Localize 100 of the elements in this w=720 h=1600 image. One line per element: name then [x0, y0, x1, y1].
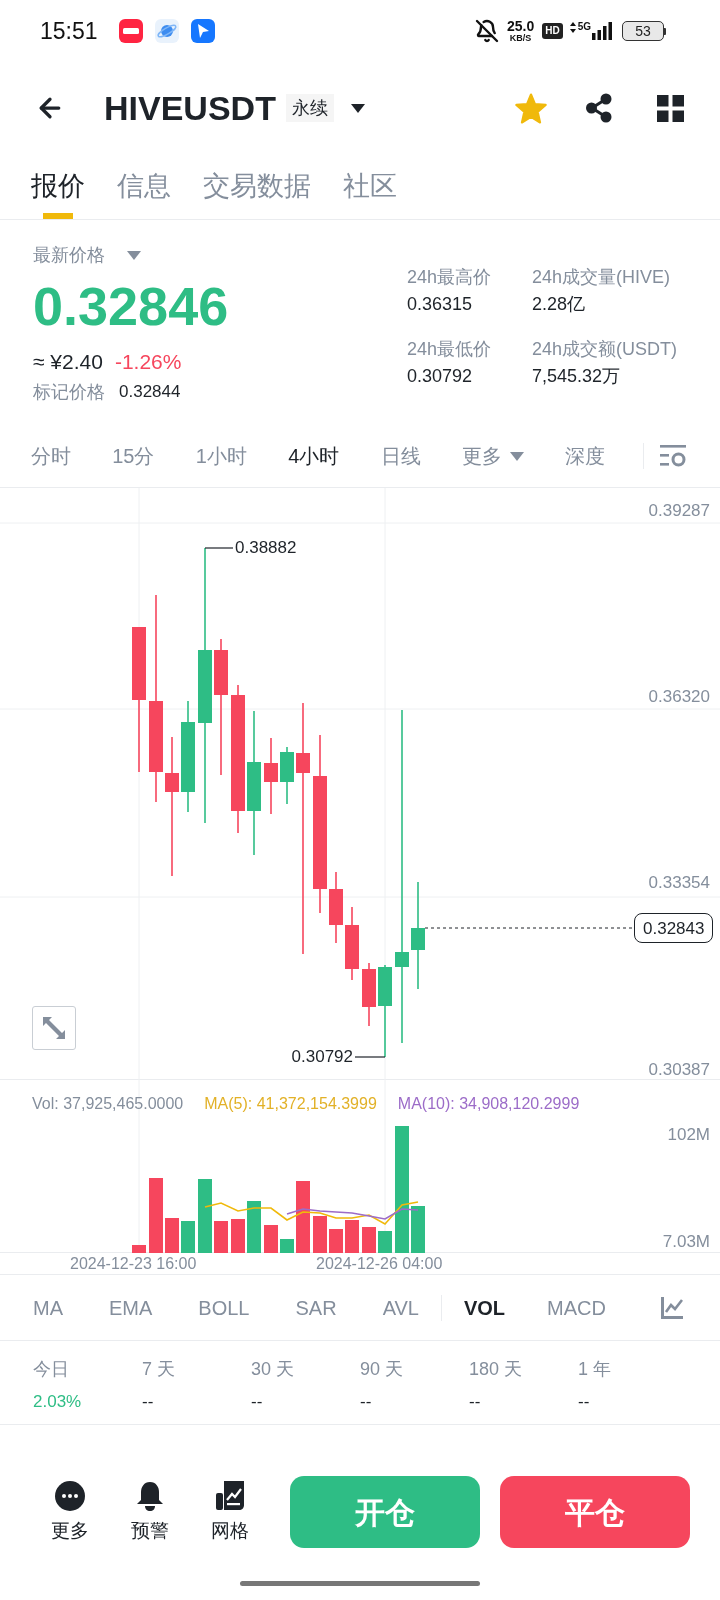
price-axis-label: 0.39287	[648, 501, 710, 521]
volume-bar	[247, 1201, 261, 1253]
caret-down-icon	[127, 250, 141, 260]
period-label: 30 天	[251, 1358, 296, 1381]
volume-bar	[313, 1216, 327, 1253]
period-label: 1 年	[578, 1358, 612, 1381]
interval-tab[interactable]: 15分	[112, 442, 155, 470]
app-icon	[118, 19, 143, 43]
stat-value: 7,545.32万	[532, 365, 622, 388]
toolbar-action[interactable]: 网格	[190, 1481, 270, 1543]
app-icon	[154, 19, 179, 43]
caret-down-icon	[509, 451, 524, 461]
volume-bar	[378, 1231, 392, 1253]
period-label: 今日	[33, 1358, 70, 1381]
chart-document-icon	[216, 1481, 244, 1511]
price-axis-label: 0.30387	[648, 1060, 710, 1080]
volume-bar	[231, 1219, 245, 1253]
page-tab[interactable]: 交易数据	[203, 154, 311, 219]
candle	[362, 962, 376, 1027]
price-change: -1.26%	[114, 349, 182, 375]
last-price-tag: 0.32843	[634, 913, 714, 943]
fiat-price: ≈ ¥2.40	[33, 349, 103, 375]
period-change: --	[578, 1391, 591, 1413]
fullscreen-button[interactable]	[32, 1006, 76, 1050]
price-axis-label: 0.33354	[648, 873, 710, 893]
active-tab-indicator	[43, 213, 73, 219]
network-type: 5G	[577, 22, 591, 32]
signal-icon	[592, 22, 612, 40]
volume-bar	[280, 1239, 294, 1253]
leader-line	[204, 547, 234, 549]
last-price: 0.32846	[33, 276, 229, 336]
indicator-tab[interactable]: SAR	[295, 1293, 337, 1322]
volume-bar	[411, 1206, 425, 1253]
toolbar-action[interactable]: 更多	[30, 1481, 110, 1543]
volume-bar	[132, 1245, 146, 1253]
ma5-reading: MA(5): 41,372,154.3999	[204, 1094, 377, 1114]
period-label: 180 天	[469, 1358, 524, 1381]
volume-bar	[362, 1227, 376, 1253]
more-icon	[55, 1481, 85, 1511]
app-icon	[190, 19, 215, 43]
period-label: 90 天	[360, 1358, 405, 1381]
interval-tab[interactable]: 深度	[565, 442, 605, 470]
toolbar-action[interactable]: 预警	[110, 1481, 190, 1543]
symbol-title: HIVEUSDT	[104, 91, 276, 125]
volume-bar	[264, 1225, 278, 1253]
period-change: --	[469, 1391, 482, 1413]
stat-label: 24h最高价	[407, 266, 493, 289]
time-axis-label: 2024-12-26 04:00	[316, 1254, 443, 1274]
data-arrows-icon	[569, 22, 576, 33]
network-speed: 25.0	[506, 19, 535, 33]
open-position-button[interactable]: 开仓	[290, 1476, 480, 1548]
volume-axis-label: 102M	[667, 1125, 710, 1145]
volume-bar	[165, 1218, 179, 1253]
interval-tab[interactable]: 4小时	[288, 442, 340, 470]
interval-tab[interactable]: 分时	[31, 442, 71, 470]
candle	[280, 746, 294, 805]
volume-bar	[329, 1229, 343, 1253]
contract-tag: 永续	[285, 94, 334, 122]
stat-value: 2.28亿	[532, 293, 587, 316]
volume-bar	[345, 1220, 359, 1253]
volume-bar	[181, 1221, 195, 1253]
indicator-tab[interactable]: EMA	[109, 1293, 153, 1322]
volume-bar	[214, 1221, 228, 1253]
status-time: 15:51	[40, 19, 98, 43]
stat-value: 0.30792	[407, 365, 474, 388]
interval-menu[interactable]: 更多	[461, 442, 524, 470]
indicator-tab[interactable]: VOL	[463, 1293, 506, 1322]
indicator-tab[interactable]: BOLL	[198, 1293, 250, 1322]
stat-value: 0.36315	[407, 293, 474, 316]
time-axis-label: 2024-12-23 16:00	[70, 1254, 197, 1274]
low-price-label: 0.30792	[291, 1047, 353, 1067]
battery-indicator: 53	[622, 21, 666, 41]
page-tab[interactable]: 社区	[343, 154, 397, 219]
period-change: --	[251, 1391, 264, 1413]
indicator-tab[interactable]: AVL	[382, 1293, 419, 1322]
close-position-button[interactable]: 平仓	[500, 1476, 690, 1548]
stat-label: 24h成交额(USDT)	[532, 338, 678, 361]
share-icon	[585, 93, 613, 123]
page-tab[interactable]: 报价	[31, 154, 85, 219]
volume-axis-label: 7.03M	[662, 1232, 710, 1252]
period-change: --	[142, 1391, 155, 1413]
interval-tab[interactable]: 1小时	[195, 442, 247, 470]
volume-reading: Vol: 37,925,465.0000	[32, 1094, 184, 1114]
price-axis-label: 0.36320	[648, 687, 710, 707]
bell-icon	[136, 1481, 164, 1511]
leader-line	[354, 1056, 386, 1058]
chart-settings-icon	[660, 444, 686, 468]
mark-price-label: 标记价格	[33, 381, 105, 404]
grid-icon	[656, 94, 684, 122]
period-change: 2.03%	[33, 1391, 83, 1413]
muted-bell-icon	[474, 19, 499, 43]
line-chart-icon	[661, 1296, 683, 1319]
indicator-tab[interactable]: MA	[33, 1293, 63, 1322]
price-label: 最新价格	[33, 244, 105, 267]
interval-tab[interactable]: 日线	[380, 442, 421, 470]
mark-price: 0.32844	[119, 381, 181, 403]
page-tab[interactable]: 信息	[117, 154, 171, 219]
period-label: 7 天	[142, 1358, 176, 1381]
indicator-tab[interactable]: MACD	[547, 1293, 606, 1322]
stat-label: 24h成交量(HIVE)	[532, 266, 672, 289]
